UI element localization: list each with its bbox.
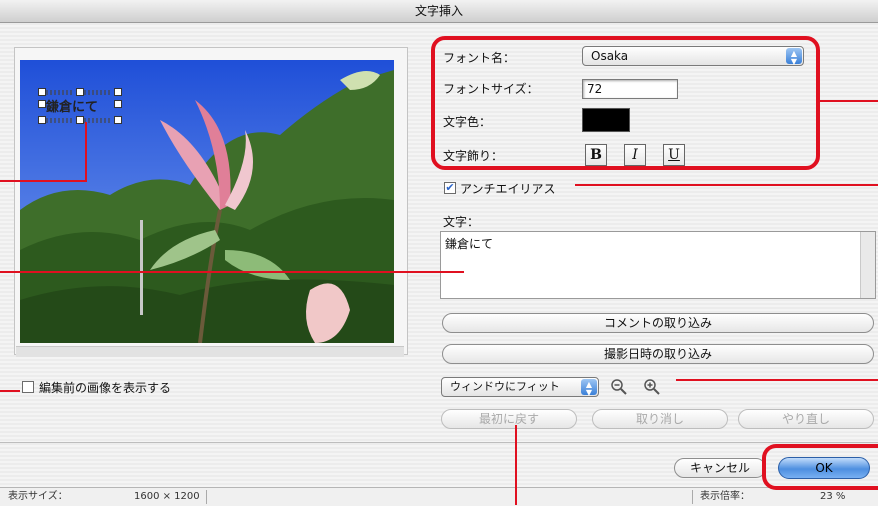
zoom-ratio-label: 表示倍率： <box>700 491 750 502</box>
show-original-label: 編集前の画像を表示する <box>39 381 172 395</box>
status-divider <box>206 490 207 504</box>
annotation-leader-line <box>676 379 878 381</box>
text-label: 文字： <box>443 215 480 229</box>
overlay-text: 鎌倉にて <box>46 100 99 115</box>
annotation-leader-line <box>0 180 86 182</box>
resize-handle[interactable] <box>114 100 122 108</box>
zoom-out-icon[interactable] <box>610 378 628 396</box>
preview-scrollbar[interactable] <box>16 346 404 357</box>
select-arrows-icon: ▲ ▼ <box>581 379 597 397</box>
import-comment-button[interactable]: コメントの取り込み <box>442 313 874 333</box>
text-overlay-box[interactable]: 鎌倉にて <box>38 88 122 124</box>
resize-handle[interactable] <box>76 88 84 96</box>
revert-button[interactable]: 最初に戻す <box>441 409 577 429</box>
annotation-leader-line <box>0 271 464 273</box>
annotation-leader-line <box>515 425 517 505</box>
resize-handle[interactable] <box>38 116 46 124</box>
import-date-button[interactable]: 撮影日時の取り込み <box>442 344 874 364</box>
text-scrollbar[interactable] <box>860 232 875 298</box>
display-size-value: 1600 × 1200 <box>134 491 200 502</box>
annotation-leader-line <box>575 184 878 186</box>
separator <box>0 442 878 443</box>
selection-border <box>84 118 112 123</box>
selection-border <box>46 118 74 123</box>
text-input[interactable]: 鎌倉にて <box>440 231 876 299</box>
undo-button[interactable]: 取り消し <box>592 409 728 429</box>
cancel-button[interactable]: キャンセル <box>674 458 766 478</box>
antialias-label: アンチエイリアス <box>460 182 556 196</box>
annotation-leader-line <box>0 390 20 392</box>
zoom-in-icon[interactable] <box>643 378 661 396</box>
selection-border <box>46 90 74 95</box>
redo-button[interactable]: やり直し <box>738 409 874 429</box>
annotation-box-font-settings <box>431 36 820 170</box>
show-original-checkbox[interactable] <box>22 381 34 393</box>
zoom-ratio-value: 23 % <box>820 491 846 502</box>
display-size-label: 表示サイズ： <box>8 491 68 502</box>
text-input-value: 鎌倉にて <box>445 237 494 251</box>
status-bar: 表示サイズ： 1600 × 1200 表示倍率： 23 % <box>0 487 878 506</box>
annotation-box-ok <box>762 444 878 490</box>
resize-handle[interactable] <box>114 88 122 96</box>
status-divider <box>692 490 693 504</box>
antialias-checkbox[interactable]: ✔ <box>444 182 456 194</box>
zoom-fit-select[interactable]: ウィンドウにフィット ▲ ▼ <box>441 377 599 397</box>
selection-border <box>84 90 112 95</box>
resize-handle[interactable] <box>76 116 84 124</box>
resize-handle[interactable] <box>38 88 46 96</box>
window-title: 文字挿入 <box>0 0 878 23</box>
resize-handle[interactable] <box>114 116 122 124</box>
resize-handle[interactable] <box>38 100 46 108</box>
zoom-fit-value: ウィンドウにフィット <box>450 380 560 393</box>
annotation-leader-line <box>820 100 878 102</box>
annotation-leader-line <box>85 122 87 182</box>
